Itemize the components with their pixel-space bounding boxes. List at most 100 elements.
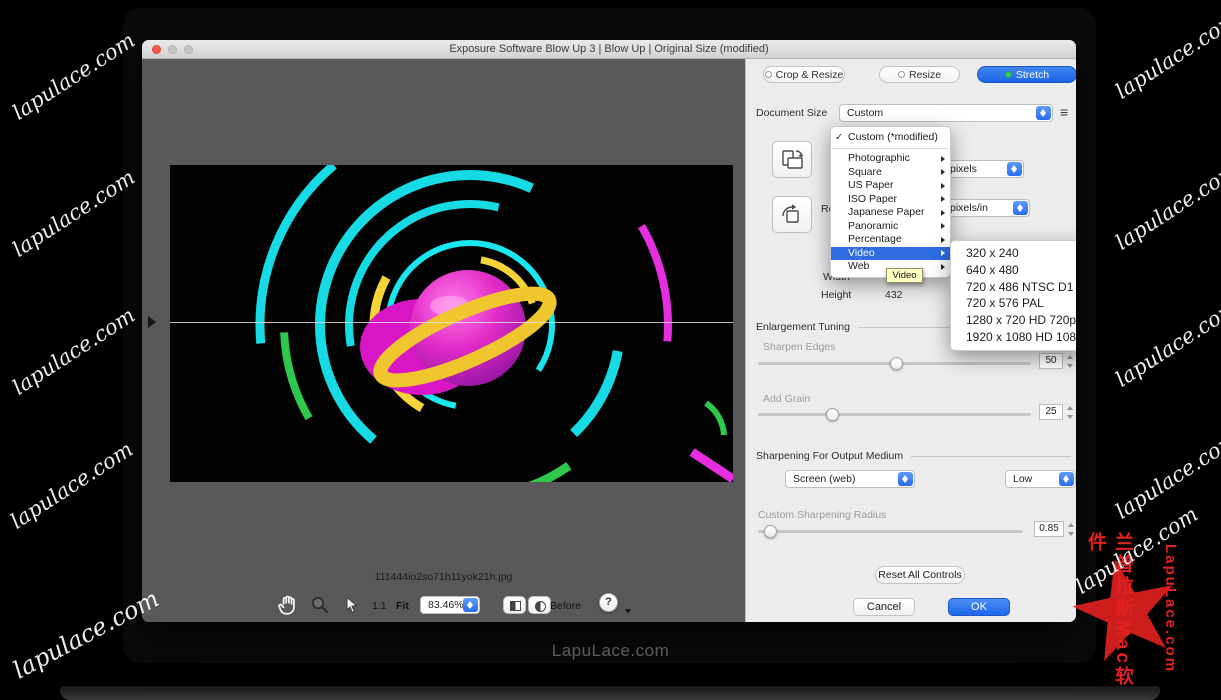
watermark-text: lapulace.com <box>8 39 122 124</box>
submenu-arrow-icon <box>941 169 945 175</box>
preview-image <box>170 165 733 482</box>
side-by-side-view-button[interactable] <box>528 596 551 614</box>
units-stepper-icon[interactable] <box>1007 162 1022 176</box>
output-medium-stepper-icon[interactable] <box>898 472 913 486</box>
rotate-dimensions-button[interactable] <box>772 196 812 233</box>
output-medium-dropdown[interactable]: Screen (web) <box>785 470 915 488</box>
resolution-stepper-icon[interactable] <box>1013 201 1028 215</box>
split-view-button[interactable] <box>503 596 526 614</box>
units-value: pixels <box>950 163 977 175</box>
tab-label: Resize <box>909 69 941 81</box>
sharpen-amount-stepper-icon[interactable] <box>1059 472 1074 486</box>
titlebar[interactable]: Exposure Software Blow Up 3 | Blow Up | … <box>142 40 1076 59</box>
zoom-tool-icon[interactable] <box>310 595 330 620</box>
submenu-item[interactable]: 720 x 486 NTSC D1 <box>951 279 1076 296</box>
menu-item-percentage[interactable]: Percentage <box>831 233 950 247</box>
output-sharpening-header: Sharpening For Output Medium <box>756 450 903 462</box>
menu-separator <box>832 148 949 149</box>
menu-item-label: Photographic <box>848 152 910 164</box>
menu-item-photographic[interactable]: Photographic <box>831 152 950 166</box>
sharpening-radius-label: Custom Sharpening Radius <box>758 509 886 521</box>
menu-item-video[interactable]: Video <box>831 247 950 261</box>
menu-item-us-paper[interactable]: US Paper <box>831 179 950 193</box>
section-divider <box>911 456 1071 457</box>
zoom-level-dropdown[interactable]: 83.46% <box>420 596 480 614</box>
ok-button[interactable]: OK <box>948 598 1010 616</box>
before-label: Before <box>550 600 581 612</box>
radio-circle-icon <box>765 71 772 78</box>
filename-label: 111444io2so71h11yok21h.jpg <box>142 571 745 583</box>
fit-zoom-button[interactable]: Fit <box>396 600 409 612</box>
submenu-arrow-icon <box>941 250 945 256</box>
reset-all-controls-button[interactable]: Reset All Controls <box>875 566 965 584</box>
menu-item-label: Web <box>848 260 869 272</box>
add-grain-slider[interactable] <box>758 413 1031 416</box>
submenu-arrow-icon <box>941 237 945 243</box>
app-window: Exposure Software Blow Up 3 | Blow Up | … <box>142 40 1076 622</box>
radio-circle-icon <box>898 71 905 78</box>
resolution-units-value: pixels/in <box>950 202 988 214</box>
submenu-item[interactable]: 1280 x 720 HD 720p <box>951 312 1076 329</box>
stamp-brand-text: LapuLace.com <box>1162 544 1179 673</box>
swap-orientation-button[interactable] <box>772 141 812 178</box>
zoom-stepper-icon[interactable] <box>463 598 478 612</box>
split-circle-icon <box>535 601 546 612</box>
submenu-item[interactable]: 720 x 576 PAL <box>951 295 1076 312</box>
checkmark-icon: ✓ <box>835 130 843 145</box>
document-size-label: Document Size <box>756 107 827 119</box>
add-grain-value[interactable]: 25 <box>1039 404 1063 420</box>
menu-item-label: Square <box>848 166 882 178</box>
sharpen-edges-stepper-icon[interactable] <box>1066 354 1075 369</box>
watermark-text: lapulace.com <box>1111 306 1221 391</box>
pointer-tool-icon[interactable] <box>343 596 361 619</box>
video-tooltip: Video <box>886 268 923 283</box>
submenu-item[interactable]: 1920 x 1080 HD 108 <box>951 329 1076 346</box>
submenu-arrow-icon <box>941 156 945 162</box>
add-grain-slider-handle[interactable] <box>826 408 839 421</box>
bezel-brand-text: LapuLace.com <box>0 641 1221 661</box>
tab-stretch[interactable]: Stretch <box>977 66 1076 83</box>
tab-resize[interactable]: Resize <box>879 66 960 83</box>
submenu-item[interactable]: 320 x 240 <box>951 245 1076 262</box>
menu-item-label: Percentage <box>848 233 902 245</box>
watermark-text: lapulace.com <box>1111 18 1221 103</box>
menu-item-custom[interactable]: ✓ Custom (*modified) <box>831 130 950 145</box>
sharpen-edges-slider-handle[interactable] <box>890 357 903 370</box>
sharpen-amount-dropdown[interactable]: Low <box>1005 470 1076 488</box>
sharpen-edges-slider[interactable] <box>758 362 1031 365</box>
document-size-dropdown[interactable]: Custom <box>839 104 1053 122</box>
menu-item-japanese-paper[interactable]: Japanese Paper <box>831 206 950 220</box>
menu-item-label: Japanese Paper <box>848 206 924 218</box>
split-line-handle[interactable] <box>148 316 156 328</box>
sharpen-edges-label: Sharpen Edges <box>763 341 835 353</box>
tab-label: Stretch <box>1016 69 1049 81</box>
submenu-item[interactable]: 640 x 480 <box>951 262 1076 279</box>
help-dropdown-arrow-icon[interactable] <box>625 609 631 614</box>
one-to-one-zoom-button[interactable]: 1:1 <box>372 600 387 612</box>
sharpen-edges-value[interactable]: 50 <box>1039 353 1063 369</box>
menu-item-iso-paper[interactable]: ISO Paper <box>831 193 950 207</box>
sharpening-radius-slider-handle[interactable] <box>764 525 777 538</box>
laptop-base <box>60 686 1160 700</box>
cancel-button[interactable]: Cancel <box>853 598 915 616</box>
add-grain-stepper-icon[interactable] <box>1066 405 1075 420</box>
menu-item-label: ISO Paper <box>848 193 897 205</box>
hand-tool-icon[interactable] <box>277 594 299 621</box>
menu-item-panoramic[interactable]: Panoramic <box>831 220 950 234</box>
enlargement-tuning-header: Enlargement Tuning <box>756 321 850 333</box>
units-dropdown[interactable]: pixels <box>942 160 1024 178</box>
help-button[interactable]: ? <box>599 593 618 612</box>
height-value[interactable]: 432 <box>885 289 903 301</box>
sharpening-radius-slider[interactable] <box>758 530 1023 533</box>
menu-item-label: US Paper <box>848 179 894 191</box>
resolution-units-dropdown[interactable]: pixels/in <box>942 199 1030 217</box>
add-grain-label: Add Grain <box>763 393 810 405</box>
document-size-stepper-icon[interactable] <box>1036 106 1051 120</box>
output-medium-value: Screen (web) <box>793 473 855 485</box>
preset-menu-icon[interactable]: ≡ <box>1060 105 1068 119</box>
menu-item-label: Panoramic <box>848 220 898 232</box>
tab-crop-resize[interactable]: Crop & Resize <box>763 66 845 83</box>
menu-item-square[interactable]: Square <box>831 166 950 180</box>
split-preview-line[interactable] <box>170 322 733 323</box>
menu-item-label: Video <box>848 247 875 259</box>
